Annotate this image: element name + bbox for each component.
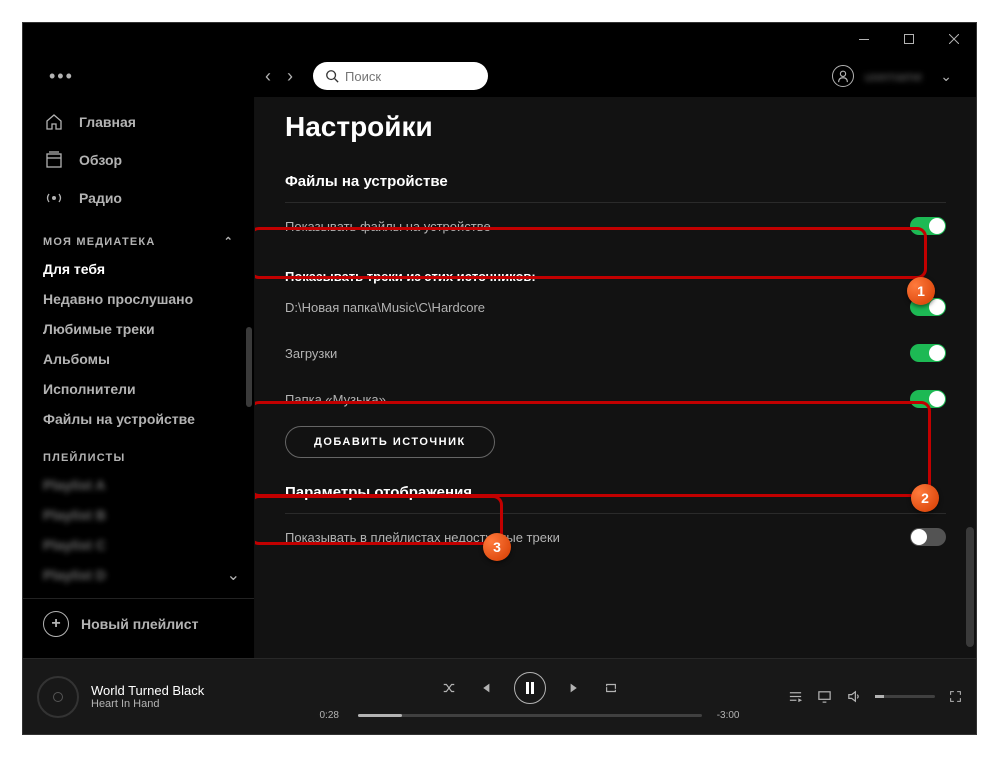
track-artist[interactable]: Heart In Hand: [91, 698, 204, 710]
shuffle-button[interactable]: [442, 681, 456, 695]
playlists-header: ПЛЕЙЛИСТЫ: [23, 434, 254, 470]
search-icon: [325, 69, 339, 83]
sidebar-label: Главная: [79, 114, 136, 130]
topbar: ••• ‹ › username ⌄: [23, 55, 976, 97]
chevron-down-icon[interactable]: ⌄: [227, 565, 240, 585]
sidebar-label: Обзор: [79, 152, 122, 168]
queue-icon[interactable]: [788, 689, 803, 704]
player-bar: World Turned Black Heart In Hand 0:28 -3…: [23, 658, 976, 734]
radio-icon: [43, 187, 65, 209]
main-scrollbar[interactable]: [966, 527, 974, 647]
source-path: Загрузки: [285, 346, 337, 361]
chevron-up-icon[interactable]: ⌃: [224, 235, 234, 248]
nav-back-button[interactable]: ‹: [265, 66, 271, 87]
section-display: Параметры отображения: [285, 484, 946, 501]
annotation-badge-2: 2: [911, 484, 939, 512]
volume-icon[interactable]: [846, 689, 861, 704]
library-header: МОЯ МЕДИАТЕКА ⌃: [23, 217, 254, 254]
user-chevron-icon[interactable]: ⌄: [940, 68, 952, 85]
playlist-item[interactable]: Playlist C: [23, 530, 254, 560]
home-icon: [43, 111, 65, 133]
add-source-button[interactable]: ДОБАВИТЬ ИСТОЧНИК: [285, 426, 495, 458]
library-for-you[interactable]: Для тебя: [23, 254, 254, 284]
menu-dots-icon[interactable]: •••: [39, 66, 74, 87]
playlist-item[interactable]: Playlist B: [23, 500, 254, 530]
sidebar-item-radio[interactable]: Радио: [23, 179, 254, 217]
time-remaining: -3:00: [712, 710, 740, 721]
sidebar: Главная Обзор Радио МОЯ МЕДИАТЕКА ⌃ Для …: [23, 97, 255, 658]
new-playlist-button[interactable]: + Новый плейлист: [23, 598, 254, 649]
close-button[interactable]: [931, 23, 976, 55]
search-input[interactable]: [345, 69, 476, 84]
annotation-badge-1: 1: [907, 277, 935, 305]
annotation-badge-3: 3: [483, 533, 511, 561]
library-recent[interactable]: Недавно прослушано: [23, 284, 254, 314]
toggle-show-local-files[interactable]: [910, 217, 946, 235]
track-title[interactable]: World Turned Black: [91, 683, 204, 698]
row-show-local-files: Показывать файлы на устройстве: [285, 203, 946, 249]
source-path: Папка «Музыка»: [285, 392, 386, 407]
sources-heading: Показывать треки из этих источников:: [285, 249, 946, 284]
library-local-files[interactable]: Файлы на устройстве: [23, 404, 254, 434]
source-row: Папка «Музыка»: [285, 376, 946, 422]
progress-bar[interactable]: [358, 714, 702, 717]
toggle-source-2[interactable]: [910, 390, 946, 408]
sidebar-item-browse[interactable]: Обзор: [23, 141, 254, 179]
library-albums[interactable]: Альбомы: [23, 344, 254, 374]
sidebar-scrollbar[interactable]: [246, 327, 252, 407]
titlebar: [23, 23, 976, 55]
user-icon[interactable]: [832, 65, 854, 87]
time-elapsed: 0:28: [320, 710, 348, 721]
nav-forward-button[interactable]: ›: [287, 66, 293, 87]
toggle-source-1[interactable]: [910, 344, 946, 362]
repeat-button[interactable]: [604, 681, 618, 695]
library-liked[interactable]: Любимые треки: [23, 314, 254, 344]
user-name[interactable]: username: [864, 69, 922, 84]
browse-icon: [43, 149, 65, 171]
section-local-files: Файлы на устройстве: [285, 173, 946, 190]
minimize-button[interactable]: [841, 23, 886, 55]
play-pause-button[interactable]: [514, 672, 546, 704]
sidebar-item-home[interactable]: Главная: [23, 103, 254, 141]
prev-button[interactable]: [478, 681, 492, 695]
fullscreen-icon[interactable]: [949, 690, 962, 703]
page-title: Настройки: [285, 111, 946, 143]
toggle-show-unavailable[interactable]: [910, 528, 946, 546]
playlist-item[interactable]: Playlist D: [23, 560, 126, 590]
row-label: Показывать файлы на устройстве: [285, 219, 491, 234]
next-button[interactable]: [568, 681, 582, 695]
row-label: Показывать в плейлистах недоступные трек…: [285, 530, 560, 545]
maximize-button[interactable]: [886, 23, 931, 55]
volume-slider[interactable]: [875, 695, 935, 698]
devices-icon[interactable]: [817, 689, 832, 704]
source-row: Загрузки: [285, 330, 946, 376]
sidebar-label: Радио: [79, 190, 122, 206]
app-window: ••• ‹ › username ⌄ Главная: [22, 22, 977, 735]
search-box[interactable]: [313, 62, 488, 90]
source-row: D:\Новая папка\Music\C\Hardcore: [285, 284, 946, 330]
playlist-item[interactable]: Playlist A: [23, 470, 254, 500]
library-artists[interactable]: Исполнители: [23, 374, 254, 404]
row-show-unavailable: Показывать в плейлистах недоступные трек…: [285, 514, 946, 560]
plus-icon: +: [43, 611, 69, 637]
main-content: Настройки Файлы на устройстве Показывать…: [255, 97, 976, 658]
album-art[interactable]: [37, 676, 79, 718]
source-path: D:\Новая папка\Music\C\Hardcore: [285, 300, 485, 315]
